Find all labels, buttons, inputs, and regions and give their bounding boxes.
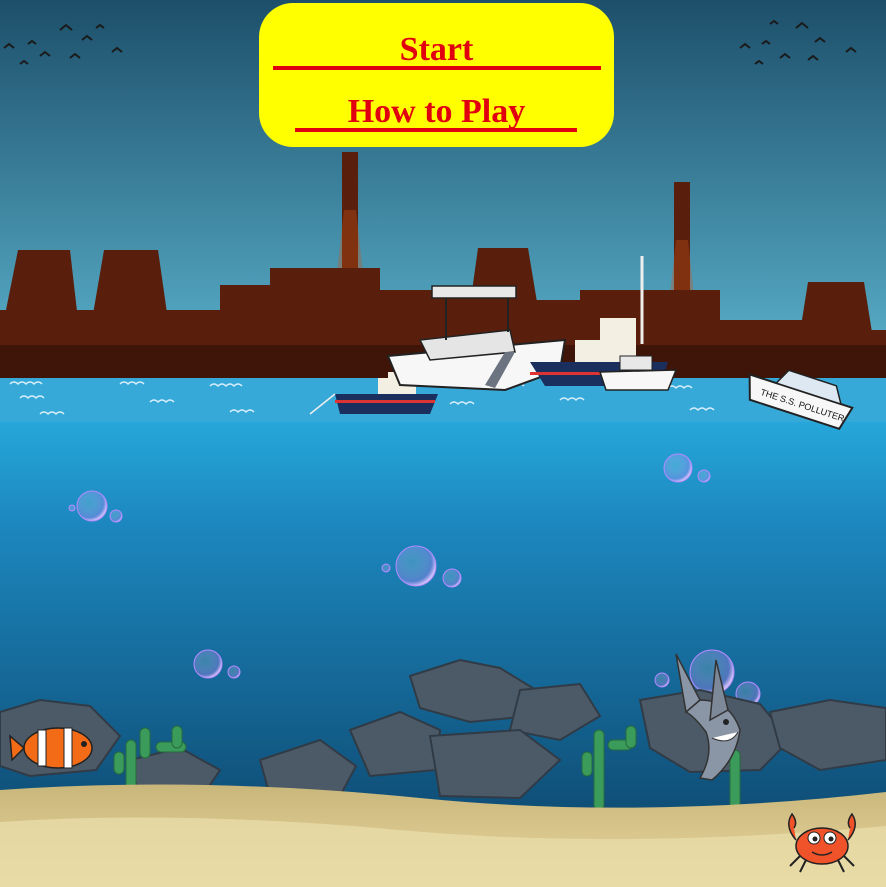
start-underline (273, 66, 601, 70)
how-to-play-underline (295, 128, 577, 132)
how-to-play-label: How to Play (347, 93, 526, 130)
start-label: Start (399, 31, 474, 68)
main-menu-panel: Start How to Play (259, 3, 614, 147)
how-to-play-button[interactable]: How to Play (259, 93, 614, 131)
start-button[interactable]: Start (259, 31, 614, 69)
